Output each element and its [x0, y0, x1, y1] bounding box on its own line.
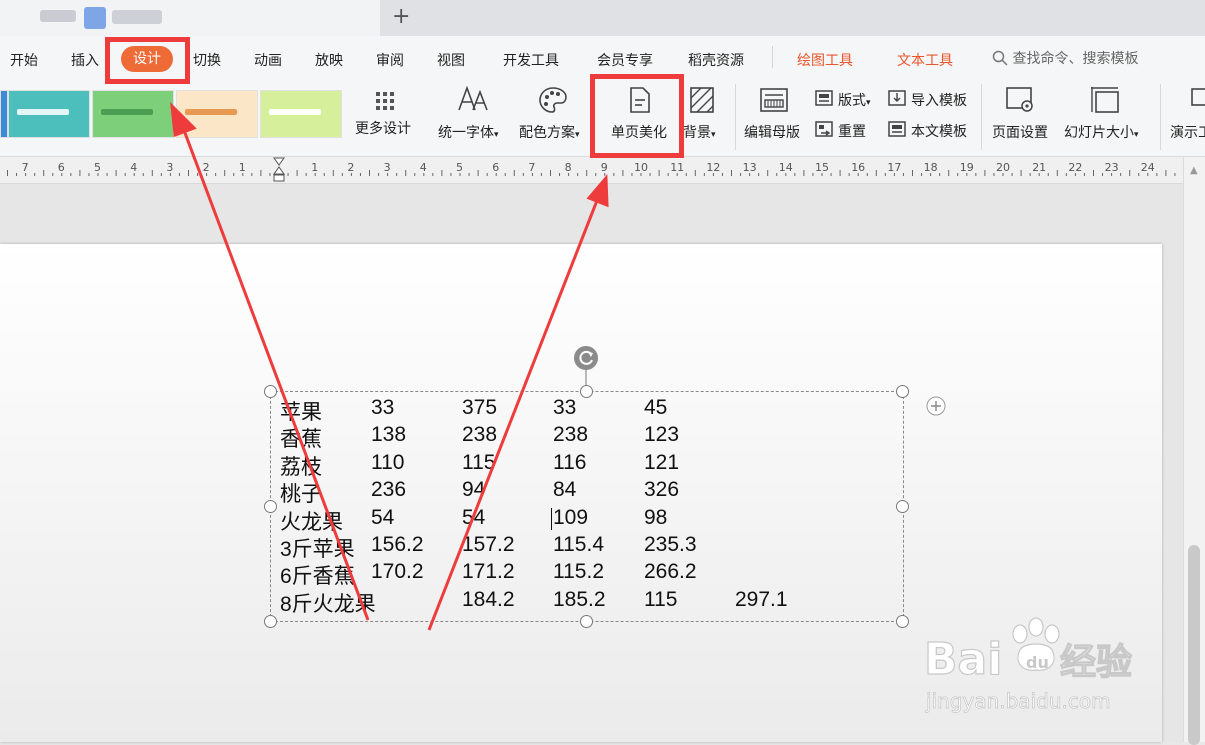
- annotation-arrows: [170, 101, 609, 631]
- arrow-to-design: [180, 124, 370, 621]
- arrow-to-beautify: [427, 197, 600, 631]
- arrow-head: [170, 101, 197, 138]
- arrow-head: [586, 174, 609, 208]
